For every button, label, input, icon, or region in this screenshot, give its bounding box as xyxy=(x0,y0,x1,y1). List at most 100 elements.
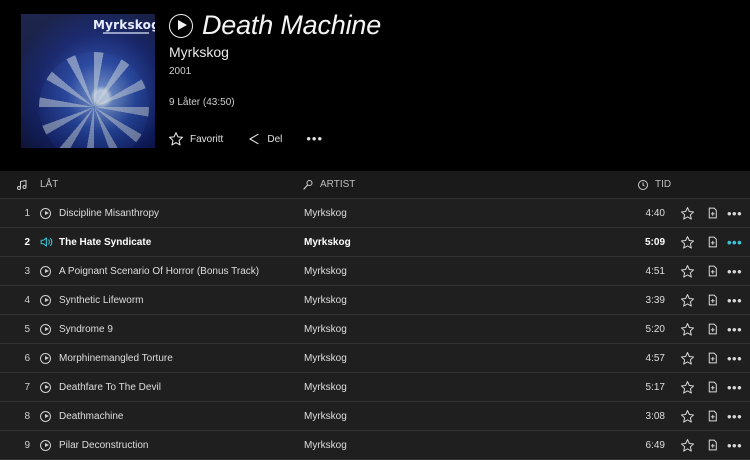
add-to-playlist-icon xyxy=(708,410,717,422)
track-title[interactable]: The Hate Syndicate xyxy=(59,228,299,256)
track-number: 6 xyxy=(24,352,30,364)
track-title[interactable]: Pilar Deconstruction xyxy=(59,431,299,459)
title-row: Death Machine xyxy=(169,10,381,41)
track-favorite-button[interactable] xyxy=(680,286,695,314)
track-favorite-button[interactable] xyxy=(680,344,695,372)
track-more-button[interactable]: ••• xyxy=(727,286,742,314)
track-duration: 5:09 xyxy=(644,236,665,248)
track-add-to-playlist-button[interactable] xyxy=(706,199,719,227)
favorite-button[interactable]: Favoritt xyxy=(168,131,223,147)
track-title[interactable]: Discipline Misanthropy xyxy=(59,199,299,227)
album-year: 2001 xyxy=(169,66,192,77)
track-artist[interactable]: Myrkskog xyxy=(304,402,347,430)
track-play-button[interactable] xyxy=(40,431,51,459)
track-row[interactable]: 7 Deathfare To The Devil Myrkskog 5:17 •… xyxy=(0,373,750,402)
track-column-header[interactable]: LÅT xyxy=(40,171,58,198)
track-favorite-button[interactable] xyxy=(680,373,695,401)
track-row[interactable]: 1 Discipline Misanthropy Myrkskog 4:40 •… xyxy=(0,199,750,228)
track-add-to-playlist-button[interactable] xyxy=(706,257,719,285)
track-more-button[interactable]: ••• xyxy=(727,315,742,343)
album-cover[interactable]: Myrkskog xyxy=(21,14,155,148)
track-artist[interactable]: Myrkskog xyxy=(304,199,347,227)
track-title[interactable]: A Poignant Scenario Of Horror (Bonus Tra… xyxy=(59,257,299,285)
track-title[interactable]: Syndrome 9 xyxy=(59,315,299,343)
track-title[interactable]: Deathfare To The Devil xyxy=(59,373,299,401)
track-add-to-playlist-button[interactable] xyxy=(706,228,719,256)
track-more-button[interactable]: ••• xyxy=(727,228,742,256)
track-add-to-playlist-button[interactable] xyxy=(706,286,719,314)
track-add-to-playlist-button[interactable] xyxy=(706,344,719,372)
track-number: 8 xyxy=(24,410,30,422)
track-row[interactable]: 5 Syndrome 9 Myrkskog 5:20 ••• xyxy=(0,315,750,344)
artist-column-label: ARTIST xyxy=(320,179,356,190)
play-icon xyxy=(40,381,51,393)
album-more-button[interactable]: ••• xyxy=(306,132,323,145)
play-icon xyxy=(40,410,51,422)
track-title[interactable]: Deathmachine xyxy=(59,402,299,430)
track-artist[interactable]: Myrkskog xyxy=(304,228,351,256)
track-duration: 6:49 xyxy=(645,439,665,451)
track-more-button[interactable]: ••• xyxy=(727,373,742,401)
track-list: LÅT ARTIST TID 1 Discipline Misanthropy … xyxy=(0,171,750,460)
album-artist[interactable]: Myrkskog xyxy=(169,44,229,60)
track-artist[interactable]: Myrkskog xyxy=(304,344,347,372)
track-row[interactable]: 8 Deathmachine Myrkskog 3:08 ••• xyxy=(0,402,750,431)
track-duration: 4:51 xyxy=(645,265,665,277)
track-favorite-button[interactable] xyxy=(680,431,695,459)
track-play-button[interactable] xyxy=(40,257,51,285)
track-title[interactable]: Synthetic Lifeworm xyxy=(59,286,299,314)
track-play-button[interactable] xyxy=(40,199,51,227)
track-favorite-button[interactable] xyxy=(680,199,695,227)
track-row[interactable]: 2 The Hate Syndicate Myrkskog 5:09 ••• xyxy=(0,228,750,257)
track-play-button[interactable] xyxy=(40,373,51,401)
track-more-button[interactable]: ••• xyxy=(727,199,742,227)
track-play-button[interactable] xyxy=(40,228,54,256)
track-number: 7 xyxy=(24,381,30,393)
track-add-to-playlist-button[interactable] xyxy=(706,431,719,459)
track-number: 2 xyxy=(24,236,30,248)
track-more-button[interactable]: ••• xyxy=(727,431,742,459)
star-icon xyxy=(680,409,695,423)
add-to-playlist-icon xyxy=(708,439,717,451)
track-play-button[interactable] xyxy=(40,315,51,343)
track-artist[interactable]: Myrkskog xyxy=(304,431,347,459)
play-icon xyxy=(40,294,51,306)
star-icon xyxy=(169,132,183,146)
track-add-to-playlist-button[interactable] xyxy=(706,373,719,401)
track-play-button[interactable] xyxy=(40,402,51,430)
track-row[interactable]: 6 Morphinemangled Torture Myrkskog 4:57 … xyxy=(0,344,750,373)
track-more-button[interactable]: ••• xyxy=(727,402,742,430)
album-title: Death Machine xyxy=(202,10,382,40)
time-column-label: TID xyxy=(655,179,672,190)
track-more-button[interactable]: ••• xyxy=(727,257,742,285)
track-more-button[interactable]: ••• xyxy=(727,344,742,372)
album-actions: Favoritt Del ••• xyxy=(168,131,347,147)
music-note-icon xyxy=(17,179,27,190)
track-title[interactable]: Morphinemangled Torture xyxy=(59,344,299,372)
share-label: Del xyxy=(267,133,283,145)
track-row[interactable]: 3 A Poignant Scenario Of Horror (Bonus T… xyxy=(0,257,750,286)
track-add-to-playlist-button[interactable] xyxy=(706,402,719,430)
track-artist[interactable]: Myrkskog xyxy=(304,257,347,285)
track-row[interactable]: 9 Pilar Deconstruction Myrkskog 6:49 ••• xyxy=(0,431,750,460)
track-number-column[interactable] xyxy=(16,171,34,198)
add-to-playlist-icon xyxy=(708,236,717,248)
track-favorite-button[interactable] xyxy=(680,402,695,430)
track-list-header: LÅT ARTIST TID xyxy=(0,171,750,199)
track-row[interactable]: 4 Synthetic Lifeworm Myrkskog 3:39 ••• xyxy=(0,286,750,315)
play-album-button[interactable] xyxy=(169,13,193,38)
track-artist[interactable]: Myrkskog xyxy=(304,315,347,343)
time-column-header[interactable]: TID xyxy=(637,171,671,198)
track-favorite-button[interactable] xyxy=(680,315,695,343)
track-play-button[interactable] xyxy=(40,344,51,372)
play-icon xyxy=(40,439,51,451)
add-to-playlist-icon xyxy=(708,323,717,335)
track-favorite-button[interactable] xyxy=(680,228,695,256)
track-artist[interactable]: Myrkskog xyxy=(304,286,347,314)
track-artist[interactable]: Myrkskog xyxy=(304,373,347,401)
share-button[interactable]: Del xyxy=(247,132,282,146)
track-favorite-button[interactable] xyxy=(680,257,695,285)
artist-column-header[interactable]: ARTIST xyxy=(302,171,355,198)
track-play-button[interactable] xyxy=(40,286,51,314)
track-add-to-playlist-button[interactable] xyxy=(706,315,719,343)
